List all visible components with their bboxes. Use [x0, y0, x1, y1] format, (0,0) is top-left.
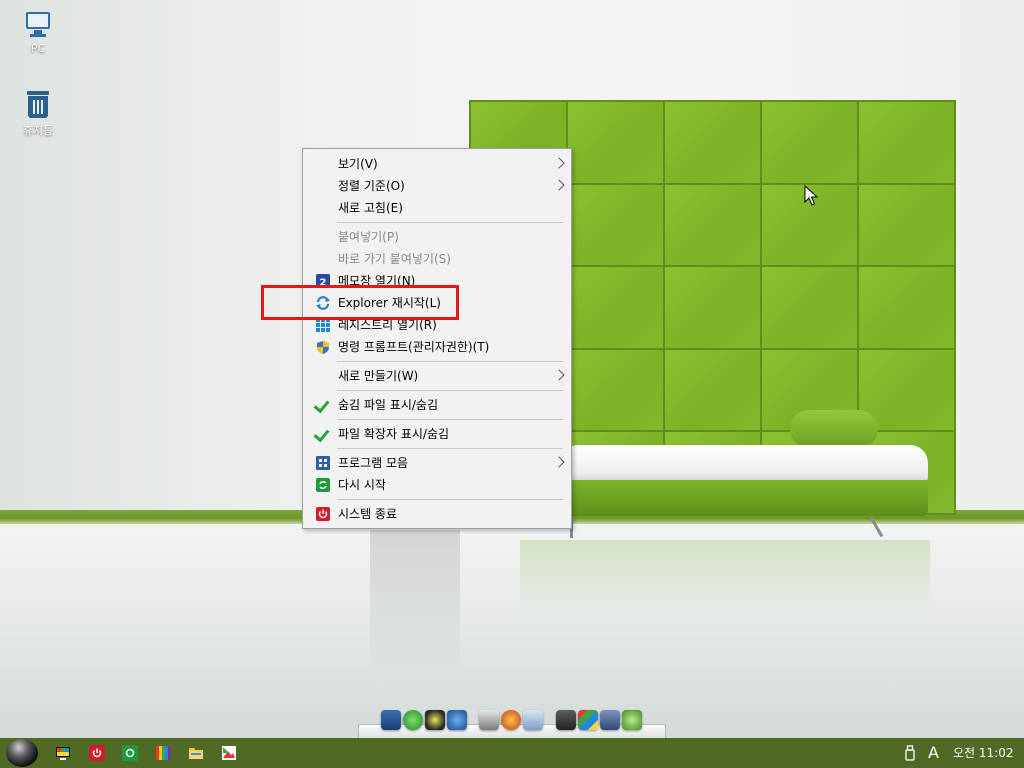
menu-item-label: 보기(V) [338, 157, 378, 171]
power-icon[interactable] [89, 745, 105, 761]
recycle-bin-icon [22, 88, 54, 120]
desktop-icon-recycle-bin[interactable]: 휴지통 [8, 88, 68, 138]
dock-monitor-icon[interactable] [381, 710, 401, 730]
dock-pen-icon[interactable] [479, 710, 499, 730]
dock-windows-icon[interactable] [578, 710, 598, 730]
restart-icon [316, 478, 330, 492]
checkmark-icon [313, 425, 330, 443]
power-icon [316, 507, 330, 521]
menu-separator [337, 361, 563, 362]
menu-item-label: 새로 만들기(W) [338, 369, 419, 383]
chevron-right-icon [553, 157, 565, 169]
programs-icon [316, 456, 330, 470]
mouse-cursor-icon [804, 185, 818, 206]
menu-item-toggle-file-extensions[interactable]: 파일 확장자 표시/숨김 [305, 423, 569, 445]
menu-item-label: 숨김 파일 표시/숨김 [338, 398, 438, 412]
wallpaper-sofa-base [560, 480, 928, 516]
wallpaper-sofa-cushion [560, 445, 928, 483]
dock-display-icon[interactable] [600, 710, 620, 730]
menu-item-paste-shortcut[interactable]: 바로 가기 붙여넣기(S) [305, 248, 569, 270]
image-viewer-icon[interactable] [221, 745, 237, 761]
menu-item-label: 바로 가기 붙여넣기(S) [338, 252, 451, 266]
menu-item-toggle-hidden-files[interactable]: 숨김 파일 표시/숨김 [305, 394, 569, 416]
taskbar: A 오전 11:02 [0, 738, 1024, 768]
chevron-right-icon [553, 179, 565, 191]
ime-indicator[interactable]: A [928, 738, 939, 768]
menu-item-label: 명령 프롬프트(관리자권한)(T) [338, 340, 490, 354]
menu-item-label: 정렬 기준(O) [338, 179, 405, 193]
checkmark-icon [313, 396, 330, 414]
menu-item-shutdown[interactable]: 시스템 종료 [305, 503, 569, 525]
system-clock[interactable]: 오전 11:02 [953, 738, 1013, 768]
wallpaper-lamp-reflection [370, 530, 460, 680]
start-button[interactable] [6, 739, 38, 767]
monitor-icon [22, 8, 54, 40]
menu-item-label: 시스템 종료 [338, 507, 398, 521]
menu-item-restart[interactable]: 다시 시작 [305, 474, 569, 496]
menu-item-new[interactable]: 새로 만들기(W) [305, 365, 569, 387]
dock-firefox-icon[interactable] [501, 710, 521, 730]
dock-document-icon[interactable] [523, 710, 543, 730]
menu-item-programs[interactable]: 프로그램 모음 [305, 452, 569, 474]
wallpaper-sofa-pillow [790, 410, 878, 448]
menu-separator [337, 448, 563, 449]
menu-item-paste[interactable]: 붙여넣기(P) [305, 226, 569, 248]
menu-item-refresh[interactable]: 새로 고침(E) [305, 197, 569, 219]
menu-item-sort-by[interactable]: 정렬 기준(O) [305, 175, 569, 197]
menu-item-label: 새로 고침(E) [338, 201, 403, 215]
chevron-right-icon [553, 456, 565, 468]
wallpaper-reflection [520, 540, 930, 610]
menu-separator [337, 499, 563, 500]
menu-separator [337, 222, 563, 223]
restart-icon[interactable] [122, 745, 138, 761]
menu-item-label: 붙여넣기(P) [338, 230, 399, 244]
books-icon[interactable] [155, 745, 171, 761]
desktop-icon-pc[interactable]: PC [8, 8, 68, 55]
usb-drive-icon[interactable] [904, 745, 916, 761]
dock-refresh-icon[interactable] [403, 710, 423, 730]
admin-shield-icon [317, 341, 329, 354]
menu-item-label: 다시 시작 [338, 478, 386, 492]
menu-item-view[interactable]: 보기(V) [305, 153, 569, 175]
desktop-icon-label: 휴지통 [22, 124, 54, 137]
dock-green-globe-icon[interactable] [622, 710, 642, 730]
menu-item-command-prompt-admin[interactable]: 명령 프롬프트(관리자권한)(T) [305, 336, 569, 358]
desktop-context-menu: 보기(V) 정렬 기준(O) 새로 고침(E) 붙여넣기(P) 바로 가기 붙여… [302, 148, 572, 529]
menu-separator [337, 390, 563, 391]
menu-item-label: 파일 확장자 표시/숨김 [338, 427, 450, 441]
dock-7zip-icon[interactable] [556, 710, 576, 730]
highlight-annotation-box [261, 285, 459, 320]
chevron-right-icon [553, 369, 565, 381]
display-settings-icon[interactable] [55, 745, 71, 761]
folder-icon[interactable] [188, 745, 204, 761]
menu-separator [337, 419, 563, 420]
dock-c-icon[interactable] [425, 710, 445, 730]
dock-globe-icon[interactable] [447, 710, 467, 730]
menu-item-label: 프로그램 모음 [338, 456, 409, 470]
desktop-icon-label: PC [30, 42, 46, 55]
